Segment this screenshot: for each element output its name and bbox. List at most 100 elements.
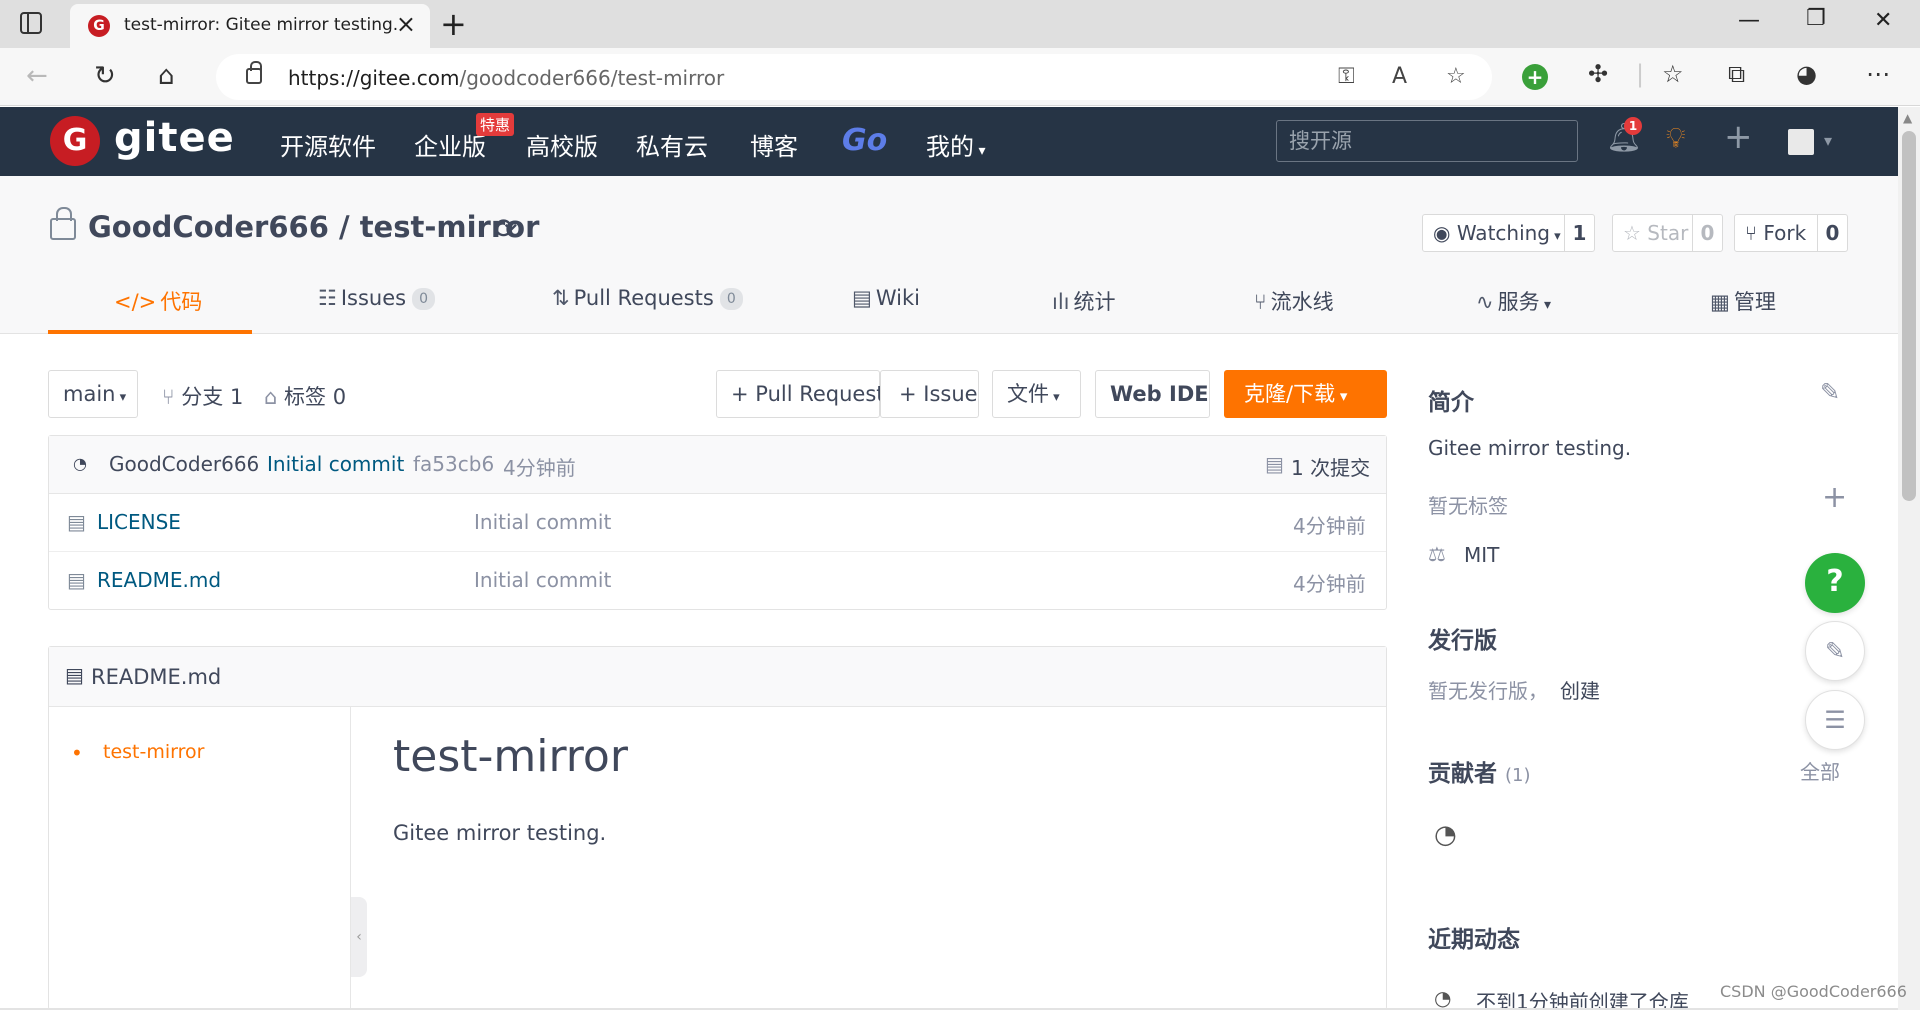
branch-select[interactable]: main ▾ xyxy=(48,370,138,418)
repo-owner[interactable]: GoodCoder666 xyxy=(88,210,329,244)
tab-manage[interactable]: ▦ 管理 xyxy=(1710,286,1776,316)
tab-wiki[interactable]: ▤ Wiki xyxy=(852,286,920,310)
pull-request-button[interactable]: + Pull Request xyxy=(716,370,885,418)
file-icon: ▤ xyxy=(67,510,86,534)
nav-private-cloud[interactable]: 私有云 xyxy=(636,127,708,162)
pr-count-badge: 0 xyxy=(719,288,743,310)
all-contributors-link[interactable]: 全部 xyxy=(1800,756,1840,785)
feedback-edit-button[interactable]: ✎ xyxy=(1805,621,1865,681)
address-bar: ← ↻ ⌂ https://gitee.com/goodcoder666/tes… xyxy=(0,48,1920,106)
commit-author[interactable]: GoodCoder666 xyxy=(109,452,259,476)
nav-blog[interactable]: 博客 xyxy=(750,127,798,162)
tab-services[interactable]: ∿ 服务 ▾ xyxy=(1476,286,1551,316)
commit-count[interactable]: 1 次提交 xyxy=(1291,452,1370,481)
help-button[interactable]: ? xyxy=(1805,553,1865,613)
create-release-link[interactable]: 创建 xyxy=(1560,675,1600,704)
private-lock-icon xyxy=(50,207,76,240)
avatar-caret-icon[interactable]: ▾ xyxy=(1824,131,1832,150)
new-tab-icon[interactable]: + xyxy=(440,4,467,44)
fork-count[interactable]: 0 xyxy=(1817,215,1847,251)
watch-button[interactable]: ◉ Watching ▾ 1 xyxy=(1422,214,1595,252)
toc-item[interactable]: test-mirror xyxy=(103,741,204,763)
tab-actions-icon[interactable] xyxy=(20,12,42,34)
home-icon[interactable]: ⌂ xyxy=(158,60,175,92)
search-input[interactable]: 搜开源 xyxy=(1276,120,1578,162)
nav-mine[interactable]: 我的 ▾ xyxy=(926,127,985,162)
toc-collapse-handle[interactable]: ‹ xyxy=(351,897,367,977)
activity-text: 不到1分钟前创建了仓库 xyxy=(1476,990,1689,1010)
activity-avatar[interactable]: ◔ xyxy=(1434,986,1451,1010)
chevron-down-icon: ▾ xyxy=(1335,387,1348,405)
file-commit-message[interactable]: Initial commit xyxy=(474,510,611,534)
nav-go[interactable]: Go xyxy=(842,123,887,158)
watch-count[interactable]: 1 xyxy=(1564,215,1594,251)
avatar[interactable] xyxy=(1788,129,1814,155)
create-plus-icon[interactable]: + xyxy=(1724,117,1753,157)
table-row[interactable]: ▤ README.md Initial commit 4分钟前 xyxy=(49,552,1386,610)
tab-pipeline[interactable]: ⑂ 流水线 xyxy=(1254,286,1334,316)
repo-separator: / xyxy=(328,210,360,244)
minimize-icon[interactable]: — xyxy=(1738,8,1760,33)
fork-button[interactable]: ⑂ Fork 0 xyxy=(1734,214,1848,252)
clone-label: 克隆/下载 xyxy=(1244,382,1336,406)
key-icon[interactable]: ⚿ xyxy=(1338,64,1355,89)
lightbulb-icon[interactable]: 💡︎ xyxy=(1666,121,1686,155)
mirror-sync-icon[interactable]: ⟳ xyxy=(494,212,517,245)
profile-icon[interactable]: ◕ xyxy=(1796,60,1817,88)
gitee-logo-text[interactable]: gitee xyxy=(114,115,235,161)
favorites-icon[interactable]: ☆ xyxy=(1662,60,1684,88)
file-menu-button[interactable]: 文件 ▾ xyxy=(992,370,1081,418)
star-button[interactable]: ☆ Star 0 xyxy=(1612,214,1723,252)
notification-badge: 1 xyxy=(1624,117,1642,135)
extensions-icon[interactable]: ✣ xyxy=(1588,60,1608,88)
fork-icon: ⑂ xyxy=(1745,221,1764,245)
new-issue-button[interactable]: + Issue xyxy=(880,370,979,418)
tags-link[interactable]: ⌂ 标签 0 xyxy=(264,381,346,411)
browser-tab[interactable]: G test-mirror: Gitee mirror testing. × xyxy=(70,4,430,48)
add-tag-icon[interactable]: + xyxy=(1822,480,1847,515)
table-row[interactable]: ▤ LICENSE Initial commit 4分钟前 xyxy=(49,494,1386,552)
star-icon: ☆ xyxy=(1623,221,1648,245)
tab-stats[interactable]: ılı 统计 xyxy=(1052,286,1116,316)
chevron-down-icon: ▾ xyxy=(1049,390,1060,405)
maximize-icon[interactable]: ❐ xyxy=(1806,6,1826,31)
tab-issues[interactable]: ☷ Issues 0 xyxy=(318,286,435,310)
close-tab-icon[interactable]: × xyxy=(396,10,416,38)
nav-open-source[interactable]: 开源软件 xyxy=(280,127,376,162)
pulse-icon: ∿ xyxy=(1476,290,1494,314)
chat-button[interactable]: ☰ xyxy=(1805,690,1865,750)
favorite-add-icon[interactable]: ☆ xyxy=(1446,64,1466,89)
scroll-up-icon[interactable]: ▲ xyxy=(1903,111,1912,125)
tab-pull-requests[interactable]: ⇅ Pull Requests 0 xyxy=(552,286,743,310)
web-ide-button[interactable]: Web IDE xyxy=(1095,370,1210,418)
star-count[interactable]: 0 xyxy=(1692,215,1722,251)
license-link[interactable]: MIT xyxy=(1464,543,1499,567)
commit-hash[interactable]: fa53cb6 xyxy=(413,452,494,476)
commit-avatar[interactable]: ◔ xyxy=(73,454,87,473)
url-field[interactable]: https://gitee.com/goodcoder666/test-mirr… xyxy=(216,54,1492,100)
tab-code[interactable]: </> 代码 xyxy=(114,286,202,316)
branches-link[interactable]: ⑂ 分支 1 xyxy=(162,381,243,411)
collections-icon[interactable]: ⧉ xyxy=(1728,60,1745,88)
extension-plus-icon[interactable]: + xyxy=(1522,64,1548,90)
file-name[interactable]: LICENSE xyxy=(97,510,181,534)
more-icon[interactable]: ⋯ xyxy=(1866,60,1890,88)
clone-download-button[interactable]: 克隆/下载 ▾ xyxy=(1224,370,1387,418)
edit-icon[interactable]: ✎ xyxy=(1820,378,1840,406)
refresh-icon[interactable]: ↻ xyxy=(94,60,116,92)
readme-panel: ▤ README.md • test-mirror ‹ test-mirror … xyxy=(48,646,1387,1010)
scroll-thumb[interactable] xyxy=(1902,131,1916,501)
back-icon[interactable]: ← xyxy=(26,60,48,92)
gitee-logo-icon[interactable]: G xyxy=(50,116,100,166)
code-icon: </> xyxy=(114,290,157,314)
file-commit-message[interactable]: Initial commit xyxy=(474,568,611,592)
nav-education[interactable]: 高校版 xyxy=(526,127,598,162)
contributor-avatar[interactable]: ◔ xyxy=(1434,820,1457,850)
commit-message[interactable]: Initial commit xyxy=(267,452,404,476)
commits-icon: ▤ xyxy=(1265,452,1284,476)
read-aloud-icon[interactable]: A xyxy=(1392,64,1407,89)
close-window-icon[interactable]: ✕ xyxy=(1874,8,1892,33)
tab-stats-label: 统计 xyxy=(1073,290,1116,314)
file-name[interactable]: README.md xyxy=(97,568,221,592)
scrollbar[interactable]: ▲ xyxy=(1898,107,1920,1010)
